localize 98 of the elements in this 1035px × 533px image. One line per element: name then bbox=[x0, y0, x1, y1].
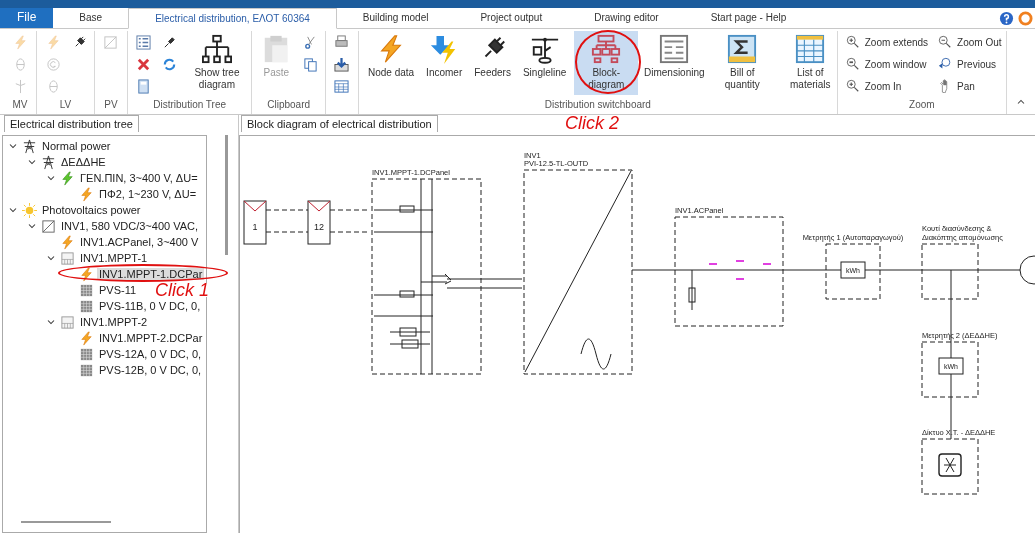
zoom-in-icon bbox=[845, 79, 860, 93]
ribbon-button[interactable]: Show tree diagram bbox=[184, 31, 249, 95]
ribbon-tab[interactable]: Project output bbox=[454, 8, 569, 28]
ribbon-button[interactable]: Block-diagram bbox=[574, 31, 639, 95]
panel-tab[interactable]: Block diagram of electrical distribution bbox=[241, 115, 438, 132]
lightning-icon bbox=[79, 266, 94, 282]
ribbon-button[interactable]: List of materials bbox=[778, 31, 843, 95]
grid-symbol bbox=[938, 453, 962, 477]
panel-tab[interactable]: Electrical distribution tree bbox=[4, 115, 139, 132]
pylon-icon bbox=[41, 154, 56, 170]
lifebuoy-icon bbox=[1018, 10, 1033, 26]
sun-icon bbox=[22, 202, 37, 218]
ribbon-button[interactable]: Node data bbox=[363, 31, 419, 95]
ribbon-button[interactable]: Dimensioning bbox=[642, 31, 707, 95]
pv-array-icon bbox=[60, 250, 75, 266]
ribbon-tab[interactable]: Building model bbox=[336, 8, 455, 28]
copy-icon bbox=[302, 56, 318, 72]
zoom-extents-icon bbox=[845, 35, 860, 49]
generator-icon bbox=[45, 56, 61, 72]
table-icon bbox=[659, 34, 690, 64]
inverter-icon bbox=[41, 218, 56, 234]
ribbon-button[interactable]: Bill of quantity bbox=[710, 31, 775, 95]
pylon-icon bbox=[22, 138, 37, 154]
tree-item[interactable]: INV1.MPPT-2.DCPar bbox=[97, 332, 205, 344]
zoom-button[interactable]: Pan bbox=[935, 75, 1005, 97]
delete-icon bbox=[136, 56, 152, 72]
energy-meter-symbol bbox=[938, 357, 964, 375]
tree-item[interactable]: PVS-11B, 0 V DC, 0, bbox=[97, 300, 203, 312]
meter-box bbox=[921, 341, 979, 398]
solar-module-icon bbox=[79, 362, 94, 378]
spreadsheet-icon bbox=[795, 34, 826, 64]
previous-view-icon bbox=[938, 57, 953, 71]
calculator-icon bbox=[136, 78, 152, 94]
annotation-ellipse bbox=[575, 30, 641, 94]
tree-diagram-icon bbox=[201, 34, 232, 64]
tree-item[interactable]: Normal power bbox=[40, 140, 113, 152]
ribbon-tab[interactable]: Base bbox=[53, 8, 129, 28]
sigma-icon bbox=[727, 34, 758, 64]
file-menu-tab[interactable]: File bbox=[0, 8, 54, 28]
cut-icon bbox=[302, 34, 318, 50]
zoom-window-icon bbox=[845, 57, 860, 71]
ribbon-button[interactable]: Feeders bbox=[470, 31, 515, 95]
printer-icon bbox=[334, 34, 350, 50]
cable-icon bbox=[162, 34, 178, 50]
pv-module-symbol bbox=[307, 200, 331, 245]
module-number: 1 bbox=[252, 222, 258, 232]
group-label: PV bbox=[103, 99, 119, 112]
zoom-button[interactable]: Zoom extends bbox=[842, 31, 932, 53]
zoom-button[interactable]: Previous bbox=[935, 53, 1005, 75]
lightning-icon bbox=[60, 234, 75, 250]
ribbon-tab[interactable]: Start page - Help bbox=[684, 8, 813, 28]
lightning-icon bbox=[45, 34, 61, 50]
grid-box bbox=[921, 438, 979, 495]
energy-meter-symbol bbox=[840, 261, 866, 279]
tree-item[interactable]: INV1.MPPT-1 bbox=[78, 252, 150, 264]
ribbon-tab[interactable]: Drawing editor bbox=[568, 8, 685, 28]
group-label: MV bbox=[11, 99, 29, 112]
lightning-icon bbox=[60, 170, 75, 186]
ribbon-button[interactable]: Singleline bbox=[518, 31, 571, 95]
list-icon bbox=[136, 34, 152, 50]
solar-module-icon bbox=[79, 346, 94, 362]
download-icon bbox=[334, 56, 350, 72]
group-label: Distribution Tree bbox=[152, 99, 228, 112]
tree-item[interactable]: PVS-12B, 0 V DC, 0, bbox=[97, 364, 204, 376]
module-number: 12 bbox=[314, 222, 324, 232]
junction-box bbox=[921, 243, 979, 300]
ribbon-button[interactable]: Incomer bbox=[422, 31, 467, 95]
pv-module-symbol bbox=[243, 200, 267, 245]
group-label: LV bbox=[58, 99, 73, 112]
tree-item[interactable]: ΠΦ2, 1~230 V, ΔU= bbox=[97, 188, 199, 200]
refresh-icon bbox=[162, 56, 178, 72]
lightning-icon bbox=[79, 186, 94, 202]
pv-array-icon bbox=[60, 314, 75, 330]
lightning-icon bbox=[12, 34, 28, 50]
tree-item[interactable]: INV1, 580 VDC/3~400 VAC, bbox=[59, 220, 201, 232]
zoom-button[interactable]: Zoom Out bbox=[935, 31, 1005, 53]
tree-item[interactable]: INV1.ACPanel, 3~400 V bbox=[78, 236, 201, 248]
solar-module-icon bbox=[79, 298, 94, 314]
tree-item[interactable]: INV1.MPPT-1.DCPar bbox=[97, 268, 205, 280]
group-label: Zoom bbox=[908, 99, 936, 112]
zoom-button[interactable]: Zoom In bbox=[842, 75, 932, 97]
tree-item[interactable]: INV1.MPPT-2 bbox=[78, 316, 150, 328]
solar-module-icon bbox=[79, 282, 94, 298]
ribbon-tab[interactable]: Electrical distribution, ΕΛΟΤ 60364 bbox=[128, 8, 337, 29]
meter-box bbox=[825, 243, 881, 300]
zoom-out-icon bbox=[938, 35, 953, 49]
tree-item[interactable]: ΓΕΝ.ΠΙΝ, 3~400 V, ΔU= bbox=[78, 172, 200, 184]
tree-item[interactable]: Photovoltaics power bbox=[40, 204, 143, 216]
tree-item[interactable]: PVS-11 bbox=[97, 284, 139, 296]
tree-item[interactable]: ΔΕΔΔΗΕ bbox=[59, 156, 108, 168]
group-label: Clipboard bbox=[266, 99, 312, 112]
zoom-button[interactable]: Zoom window bbox=[842, 53, 932, 75]
block-diagram-icon bbox=[591, 34, 622, 64]
group-label: Distribution switchboard bbox=[543, 99, 652, 112]
tree-item[interactable]: PVS-12A, 0 V DC, 0, bbox=[97, 348, 204, 360]
table-icon bbox=[334, 78, 350, 94]
lightning-icon bbox=[79, 330, 94, 346]
inverter-icon bbox=[103, 34, 119, 50]
